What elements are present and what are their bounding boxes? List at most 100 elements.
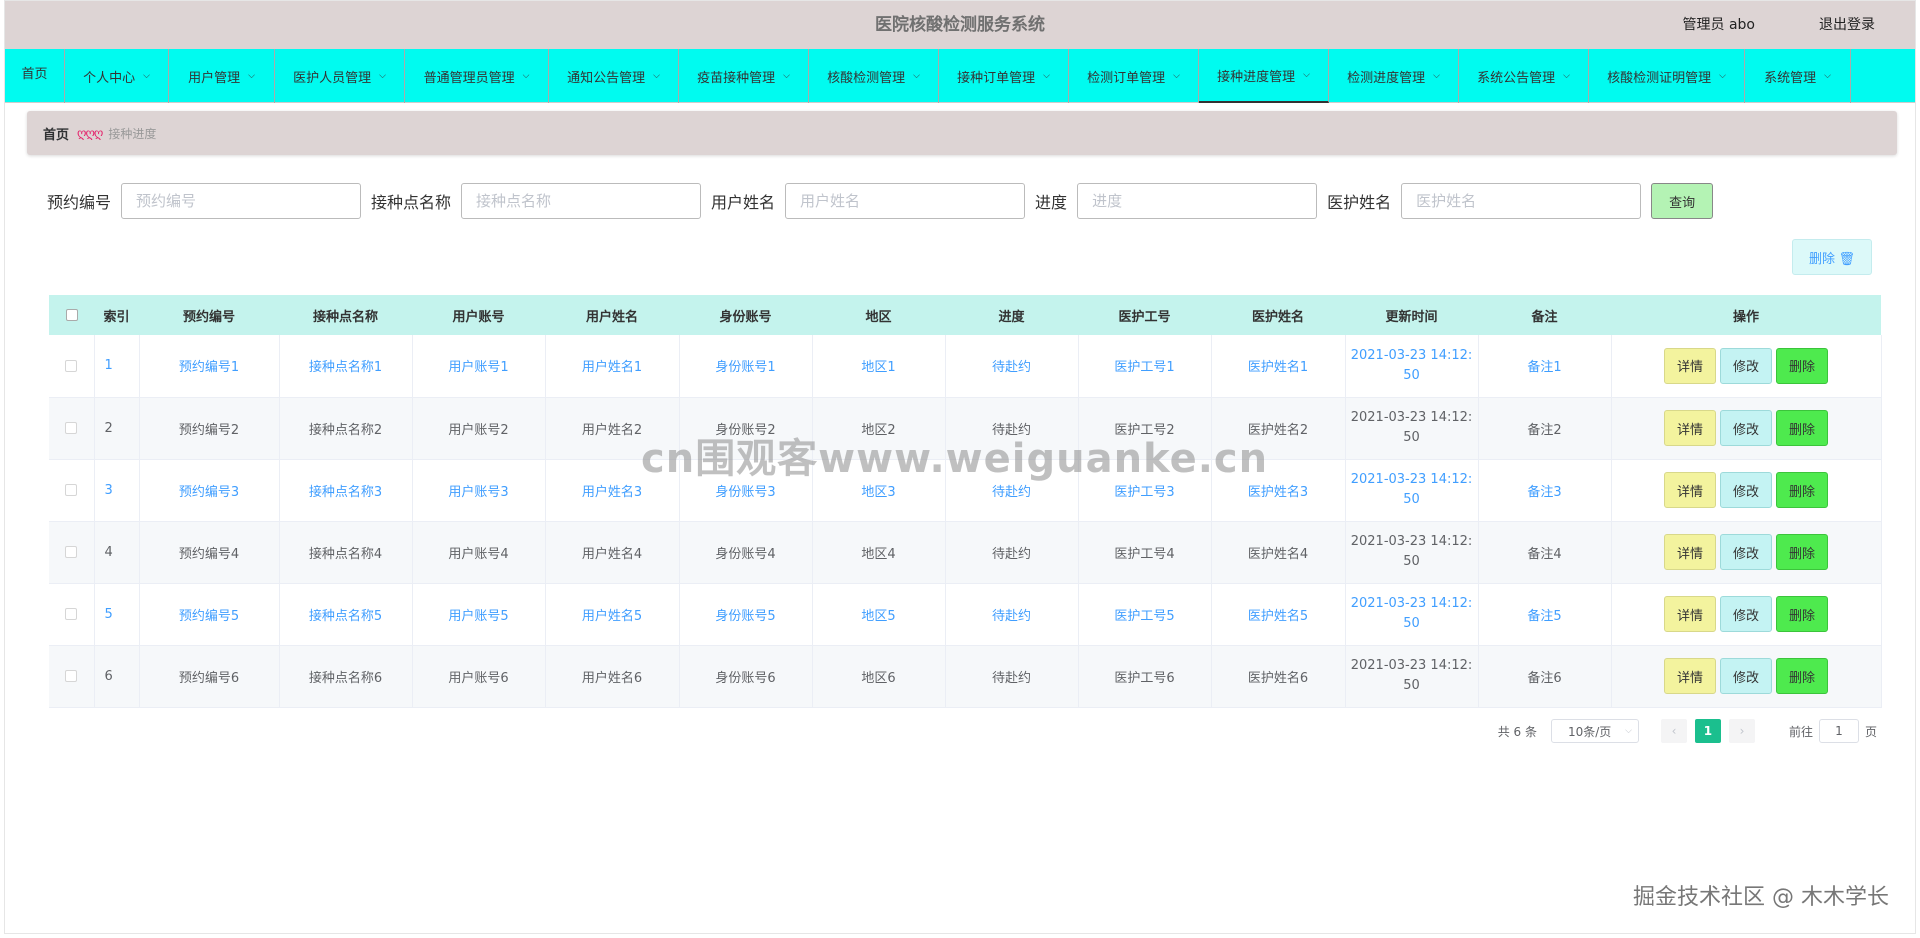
cell-staff: 医护姓名5	[1211, 583, 1346, 645]
delete-button[interactable]: 删除	[1776, 658, 1828, 694]
chevron-left-icon: ‹	[1671, 724, 1677, 738]
select-all-checkbox[interactable]	[65, 309, 78, 321]
cell-idx: 5	[94, 583, 140, 645]
time-line-1: 2021-03-23 14:12:	[1350, 534, 1473, 549]
nav-item-11[interactable]: 系统公告管理 ⌵	[1459, 49, 1589, 103]
nav-item-8[interactable]: 检测订单管理 ⌵	[1069, 49, 1199, 103]
nav-item-12[interactable]: 核酸检测证明管理 ⌵	[1589, 49, 1745, 103]
nav-item-6[interactable]: 核酸检测管理 ⌵	[809, 49, 939, 103]
next-page-button[interactable]: ›	[1728, 719, 1755, 743]
edit-button[interactable]: 修改	[1720, 596, 1772, 632]
nav-item-label: 核酸检测管理	[827, 70, 906, 86]
cell-staff: 医护姓名6	[1211, 645, 1346, 707]
time-line-2: 50	[1403, 492, 1420, 507]
table-row[interactable]: 4 预约编号4 接种点名称4 用户账号4 用户姓名4 身份账号4 地区4 待赴约 医护工号4 医护…	[49, 521, 1882, 583]
page-unit-label: 页	[1864, 724, 1877, 739]
nav-item-0[interactable]: 个人中心 ⌵	[65, 49, 169, 103]
edit-button[interactable]: 修改	[1720, 658, 1772, 694]
logout-link[interactable]: 退出登录	[1819, 1, 1875, 49]
cell-name: 用户姓名4	[545, 521, 680, 583]
progress-input[interactable]	[1077, 183, 1318, 219]
edit-button[interactable]: 修改	[1720, 534, 1772, 570]
cell-actions: 详情 修改 删除	[1611, 335, 1882, 397]
row-select-cell	[49, 645, 95, 707]
delete-button[interactable]: 删除	[1776, 534, 1828, 570]
row-checkbox[interactable]	[65, 484, 77, 496]
nav-item-9[interactable]: 接种进度管理 ⌵	[1199, 49, 1329, 103]
nav-item-label: 接种订单管理	[957, 70, 1036, 86]
cell-updated-time: 2021-03-23 14:12: 50	[1345, 645, 1479, 707]
cell-site: 接种点名称5	[279, 583, 413, 645]
chevron-down-icon: ⌵	[1719, 71, 1726, 81]
row-checkbox[interactable]	[65, 608, 77, 620]
staff-name-input[interactable]	[1401, 183, 1642, 219]
nav-item-13[interactable]: 系统管理 ⌵	[1745, 49, 1851, 103]
edit-button[interactable]: 修改	[1720, 410, 1772, 446]
cell-site: 接种点名称3	[279, 459, 413, 521]
staff-name-label: 医护姓名	[1327, 193, 1392, 212]
nav-item-7[interactable]: 接种订单管理 ⌵	[939, 49, 1069, 103]
row-checkbox[interactable]	[65, 359, 77, 372]
edit-button[interactable]: 修改	[1720, 347, 1772, 384]
delete-button[interactable]: 删除	[1776, 596, 1828, 632]
row-select-cell	[49, 521, 95, 583]
chevron-down-icon: ⌵	[1563, 71, 1570, 81]
nav-item-1[interactable]: 用户管理 ⌵	[169, 49, 275, 103]
nav-item-5[interactable]: 疫苗接种管理 ⌵	[679, 49, 809, 103]
breadcrumb-home[interactable]: 首页	[43, 124, 69, 143]
delete-button[interactable]: 删除	[1776, 410, 1828, 446]
row-select-cell	[49, 459, 95, 521]
prev-page-button[interactable]: ‹	[1660, 719, 1687, 743]
detail-button[interactable]: 详情	[1664, 410, 1716, 446]
table-row[interactable]: 6 预约编号6 接种点名称6 用户账号6 用户姓名6 身份账号6 地区6 待赴约 医护工号6 医护…	[49, 645, 1882, 707]
detail-button[interactable]: 详情	[1664, 658, 1716, 694]
goto-page-input[interactable]	[1818, 719, 1859, 743]
breadcrumb: 首页 ღღღ 接种进度	[27, 111, 1897, 155]
row-checkbox[interactable]	[65, 422, 77, 434]
cell-staffno: 医护工号3	[1078, 459, 1212, 521]
row-checkbox[interactable]	[65, 670, 77, 682]
cell-actions: 详情 修改 删除	[1611, 521, 1882, 583]
credit-watermark: 掘金技术社区 @ 木木学长	[1633, 885, 1889, 910]
cell-prog: 待赴约	[945, 397, 1079, 459]
detail-button[interactable]: 详情	[1664, 534, 1716, 570]
cell-note: 备注2	[1478, 397, 1612, 459]
edit-button[interactable]: 修改	[1720, 472, 1772, 508]
delete-button[interactable]: 删除	[1776, 472, 1828, 508]
column-header: 用户姓名	[585, 309, 638, 325]
nav-item-4[interactable]: 通知公告管理 ⌵	[549, 49, 679, 103]
detail-button[interactable]: 详情	[1664, 472, 1716, 508]
nav-item-10[interactable]: 检测进度管理 ⌵	[1329, 49, 1459, 103]
table-row[interactable]: 2 预约编号2 接种点名称2 用户账号2 用户姓名2 身份账号2 地区2 待赴约 医护工号2 医护…	[49, 397, 1882, 459]
column-header: 医护姓名	[1251, 309, 1304, 325]
appointment-no-input[interactable]	[121, 183, 362, 219]
time-line-1: 2021-03-23 14:12:	[1350, 410, 1473, 425]
query-button[interactable]: 查询	[1651, 183, 1714, 219]
batch-delete-button[interactable]: 删除 🗑	[1792, 239, 1872, 275]
nav-home[interactable]: 首页	[5, 49, 65, 103]
page-size-select[interactable]: 10条/页 ⌵	[1550, 719, 1639, 743]
row-checkbox[interactable]	[65, 546, 77, 558]
delete-button[interactable]: 删除	[1776, 347, 1828, 384]
time-line-1: 2021-03-23 14:12:	[1350, 658, 1473, 673]
cell-acct: 用户账号5	[412, 583, 546, 645]
pagination: 共 6 条 10条/页 ⌵ ‹ 1 › 前往 页	[1498, 719, 1877, 743]
cell-actions: 详情 修改 删除	[1611, 459, 1882, 521]
page-number-current[interactable]: 1	[1694, 719, 1721, 743]
nav-item-3[interactable]: 普通管理员管理 ⌵	[405, 49, 549, 103]
table-row[interactable]: 1 预约编号1 接种点名称1 用户账号1 用户姓名1 身份账号1 地区1 待赴约 医护工号1 医护…	[49, 335, 1882, 397]
column-header: 更新时间	[1385, 309, 1438, 325]
nav-item-label: 用户管理	[188, 70, 241, 86]
cell-staffno: 医护工号6	[1078, 645, 1212, 707]
cell-idx: 4	[94, 521, 140, 583]
user-name-input[interactable]	[785, 183, 1026, 219]
site-name-input[interactable]	[461, 183, 702, 219]
detail-button[interactable]: 详情	[1664, 596, 1716, 632]
table-row[interactable]: 5 预约编号5 接种点名称5 用户账号5 用户姓名5 身份账号5 地区5 待赴约 医护工号5 医护…	[49, 583, 1882, 645]
detail-button[interactable]: 详情	[1664, 347, 1716, 384]
cell-name: 用户姓名2	[545, 397, 680, 459]
table-row[interactable]: 3 预约编号3 接种点名称3 用户账号3 用户姓名3 身份账号3 地区3 待赴约 医护工号3 医护…	[49, 459, 1882, 521]
nav-item-2[interactable]: 医护人员管理 ⌵	[275, 49, 405, 103]
chevron-down-icon: ⌵	[783, 71, 790, 81]
cell-prog: 待赴约	[945, 645, 1079, 707]
